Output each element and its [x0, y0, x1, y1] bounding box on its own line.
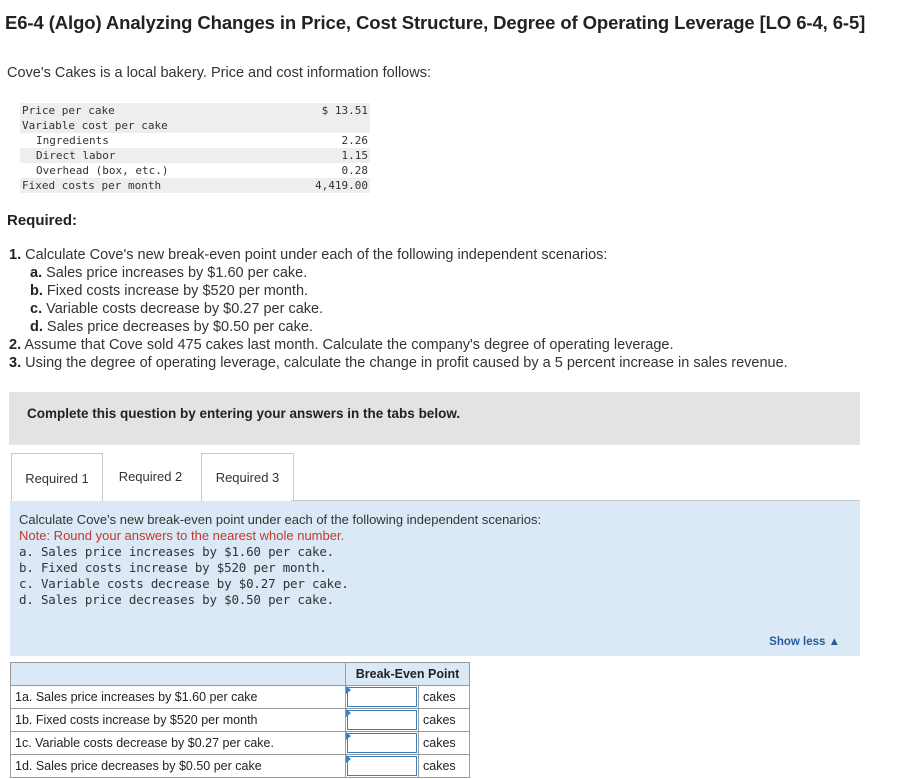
unit-label: cakes: [418, 685, 470, 709]
question-text: Assume that Cove sold 475 cakes last mon…: [24, 337, 674, 353]
unit-label: cakes: [418, 754, 470, 778]
table-row: 1a. Sales price increases by $1.60 per c…: [10, 685, 470, 709]
tab-panel: Calculate Cove's new break-even point un…: [10, 501, 860, 656]
question-text: Calculate Cove's new break-even point un…: [25, 247, 608, 263]
break-even-header: Break-Even Point: [345, 662, 470, 686]
panel-heading: Calculate Cove's new break-even point un…: [19, 512, 542, 527]
cost-value: 4,419.00: [300, 178, 370, 193]
cost-row: Fixed costs per month 4,419.00: [20, 178, 370, 193]
sub-letter: d.: [30, 319, 43, 335]
tab-required-1[interactable]: Required 1: [11, 453, 103, 502]
panel-item: b. Fixed costs increase by $520 per mont…: [19, 560, 327, 575]
scenario-label: 1d. Sales price decreases by $0.50 per c…: [10, 754, 346, 778]
answer-cell: [345, 708, 419, 732]
instruction-text: Complete this question by entering your …: [27, 406, 461, 421]
table-row: 1b. Fixed costs increase by $520 per mon…: [10, 708, 470, 732]
input-flag-icon: [346, 755, 351, 763]
unit-label: cakes: [418, 731, 470, 755]
answer-cell: [345, 754, 419, 778]
tab-required-3[interactable]: Required 3: [201, 453, 294, 501]
unit-label: cakes: [418, 708, 470, 732]
input-flag-icon: [346, 732, 351, 740]
scenario-label: 1c. Variable costs decrease by $0.27 per…: [10, 731, 346, 755]
break-even-input-1c[interactable]: [347, 733, 417, 753]
sub-text: Sales price increases by $1.60 per cake.: [46, 265, 308, 281]
cost-value: 2.26: [341, 134, 369, 147]
tab-required-2[interactable]: Required 2: [105, 453, 196, 500]
cost-label: Overhead (box, etc.): [36, 164, 169, 177]
sub-text: Sales price decreases by $0.50 per cake.: [46, 319, 313, 335]
scenario-label: 1b. Fixed costs increase by $520 per mon…: [10, 708, 346, 732]
cost-row: Overhead (box, etc.) 0.28: [20, 163, 370, 178]
cost-row: Ingredients 2.26: [20, 133, 370, 148]
cost-row: Price per cake $ 13.51: [20, 103, 370, 118]
show-less-label: Show less: [769, 636, 826, 648]
rounding-note: Note: Round your answers to the nearest …: [19, 528, 345, 543]
intro-text: Cove's Cakes is a local bakery. Price an…: [7, 65, 431, 81]
question-number: 1.: [9, 247, 22, 263]
cost-label: Direct labor: [20, 148, 300, 163]
question-1c: c. Variable costs decrease by $0.27 per …: [9, 300, 788, 318]
answer-table: Break-Even Point 1a. Sales price increas…: [10, 662, 470, 778]
answer-cell: [345, 685, 419, 709]
break-even-input-1a[interactable]: [347, 687, 417, 707]
question-number: 3.: [9, 355, 22, 371]
question-1a: a. Sales price increases by $1.60 per ca…: [9, 264, 788, 282]
sub-letter: a.: [30, 265, 43, 281]
break-even-input-1d[interactable]: [347, 756, 417, 776]
cost-row: Variable cost per cake: [20, 118, 370, 133]
cost-info-table: Price per cake $ 13.51 Variable cost per…: [20, 103, 370, 193]
answer-cell: [345, 731, 419, 755]
panel-item: d. Sales price decreases by $0.50 per ca…: [19, 592, 335, 607]
sub-text: Variable costs decrease by $0.27 per cak…: [46, 301, 324, 317]
panel-item: c. Variable costs decrease by $0.27 per …: [19, 576, 349, 591]
cost-label: Fixed costs per month: [20, 178, 300, 193]
input-flag-icon: [346, 686, 351, 694]
cost-value: 0.28: [341, 164, 369, 177]
question-1b: b. Fixed costs increase by $520 per mont…: [9, 282, 788, 300]
show-less-link[interactable]: Show less ▲: [769, 636, 840, 648]
triangle-up-icon: ▲: [828, 636, 840, 648]
cost-row: Direct labor 1.15: [20, 148, 370, 163]
question-number: 2.: [9, 337, 22, 353]
panel-content: Calculate Cove's new break-even point un…: [19, 512, 541, 608]
break-even-input-1b[interactable]: [347, 710, 417, 730]
input-flag-icon: [346, 709, 351, 717]
question-3: 3. Using the degree of operating leverag…: [9, 354, 788, 372]
sub-text: Fixed costs increase by $520 per month.: [46, 283, 309, 299]
cost-value: [300, 118, 370, 133]
table-row: 1c. Variable costs decrease by $0.27 per…: [10, 731, 470, 755]
problem-title: E6-4 (Algo) Analyzing Changes in Price, …: [5, 12, 866, 33]
header-blank-cell: [10, 662, 346, 686]
sub-letter: c.: [30, 301, 43, 317]
question-1d: d. Sales price decreases by $0.50 per ca…: [9, 318, 788, 336]
instruction-banner: Complete this question by entering your …: [9, 392, 860, 445]
question-list: 1. Calculate Cove's new break-even point…: [9, 246, 788, 372]
cost-label: Variable cost per cake: [20, 118, 300, 133]
table-row: 1d. Sales price decreases by $0.50 per c…: [10, 754, 470, 778]
scenario-label: 1a. Sales price increases by $1.60 per c…: [10, 685, 346, 709]
panel-item: a. Sales price increases by $1.60 per ca…: [19, 544, 335, 559]
question-1: 1. Calculate Cove's new break-even point…: [9, 246, 788, 264]
cost-value: 1.15: [300, 148, 370, 163]
cost-value: $ 13.51: [300, 103, 370, 118]
cost-label: Price per cake: [20, 103, 300, 118]
sub-letter: b.: [30, 283, 43, 299]
required-heading: Required:: [7, 212, 78, 229]
question-2: 2. Assume that Cove sold 475 cakes last …: [9, 336, 788, 354]
question-text: Using the degree of operating leverage, …: [25, 355, 788, 371]
answer-header-row: Break-Even Point: [10, 662, 470, 686]
cost-label: Ingredients: [36, 134, 109, 147]
